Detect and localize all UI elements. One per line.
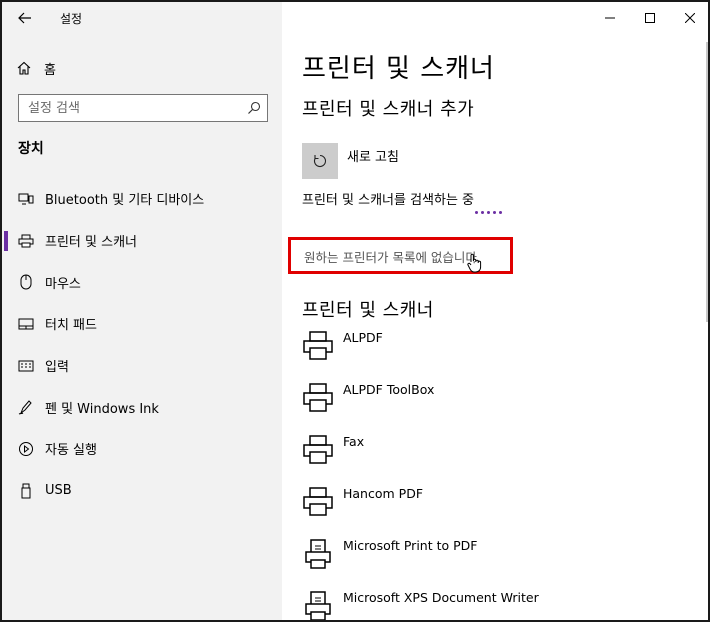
back-arrow-icon — [18, 12, 31, 24]
sidebar-item-label: 자동 실행 — [45, 443, 97, 459]
progress-dot — [499, 211, 502, 214]
printer-name: Hancom PDF — [343, 486, 424, 501]
usb-icon — [18, 483, 34, 499]
printer-name: Fax — [343, 434, 365, 449]
sidebar-item-label: 입력 — [45, 360, 69, 376]
printer-name: ALPDF ToolBox — [343, 382, 435, 397]
title-bar: 설정 — [2, 2, 282, 36]
printer-icon — [303, 487, 333, 516]
progress-dot — [481, 211, 484, 214]
refresh-icon — [314, 154, 326, 168]
home-nav-item[interactable]: 홈 — [16, 57, 56, 79]
selection-indicator — [4, 230, 8, 251]
printer-icon — [303, 383, 333, 412]
home-label: 홈 — [44, 62, 56, 78]
sidebar-item-label: 터치 패드 — [45, 318, 97, 334]
printer-name: Microsoft XPS Document Writer — [343, 590, 539, 605]
hand-cursor-icon — [467, 253, 482, 273]
printer-name: Microsoft Print to PDF — [343, 538, 478, 553]
touchpad-icon — [18, 316, 34, 332]
sidebar-item-label: 펜 및 Windows Ink — [45, 401, 159, 417]
back-button[interactable] — [14, 8, 36, 28]
sidebar: 설정 홈 장치 Bluetooth 및 기타 디바이스 프린터 — [2, 2, 282, 620]
sidebar-item-pen[interactable]: 펜 및 Windows Ink — [2, 386, 282, 428]
sidebar-item-mouse[interactable]: 마우스 — [2, 261, 282, 303]
search-input[interactable] — [19, 95, 239, 121]
refresh-label: 새로 고침 — [347, 150, 399, 165]
sidebar-item-label: Bluetooth 및 기타 디바이스 — [45, 193, 205, 209]
maximize-icon — [645, 13, 655, 23]
printer-name: ALPDF — [343, 330, 383, 345]
close-icon — [685, 13, 695, 23]
close-button[interactable] — [670, 2, 708, 34]
minimize-button[interactable] — [590, 2, 630, 34]
printer-not-listed-link[interactable]: 원하는 프린터가 목록에 없습니다. — [304, 247, 481, 266]
home-icon — [17, 61, 31, 75]
printer-item[interactable]: Fax — [302, 434, 692, 474]
sidebar-item-label: 프린터 및 스캐너 — [45, 235, 137, 251]
progress-dot — [487, 211, 490, 214]
minimize-icon — [605, 17, 615, 19]
printers-heading: 프린터 및 스캐너 — [302, 300, 434, 321]
autoplay-icon — [18, 441, 34, 457]
mouse-icon — [18, 274, 34, 290]
settings-search[interactable] — [18, 94, 268, 122]
printer-item[interactable]: Microsoft XPS Document Writer — [302, 590, 692, 620]
printer-item[interactable]: ALPDF — [302, 330, 692, 370]
sidebar-item-autoplay[interactable]: 자동 실행 — [2, 428, 282, 470]
maximize-button[interactable] — [630, 2, 670, 34]
sidebar-item-printers[interactable]: 프린터 및 스캐너 — [2, 220, 282, 262]
printer-icon — [303, 435, 333, 464]
scrollbar[interactable] — [706, 42, 708, 322]
sidebar-nav: Bluetooth 및 기타 디바이스 프린터 및 스캐너 마우스 터치 패드 … — [2, 178, 282, 512]
progress-dot — [475, 211, 478, 214]
progress-dot — [493, 211, 496, 214]
searching-status: 프린터 및 스캐너를 검색하는 중 — [302, 193, 475, 208]
main-content: 프린터 및 스캐너 프린터 및 스캐너 추가 새로 고침 프린터 및 스캐너를 … — [282, 2, 708, 620]
window-controls — [590, 2, 708, 36]
app-title: 설정 — [60, 12, 83, 26]
pdf-printer-icon — [305, 591, 331, 620]
progress-dots — [475, 211, 502, 214]
printer-item[interactable]: Microsoft Print to PDF — [302, 538, 692, 578]
sidebar-item-label: USB — [45, 483, 72, 499]
sidebar-item-usb[interactable]: USB — [2, 470, 282, 512]
keyboard-icon — [18, 358, 34, 374]
settings-window: 설정 홈 장치 Bluetooth 및 기타 디바이스 프린터 — [0, 0, 710, 622]
search-icon[interactable] — [247, 101, 261, 115]
pdf-printer-icon — [305, 539, 331, 569]
sidebar-item-touchpad[interactable]: 터치 패드 — [2, 303, 282, 345]
sidebar-item-typing[interactable]: 입력 — [2, 345, 282, 387]
printer-icon — [303, 331, 333, 360]
page-title: 프린터 및 스캐너 — [302, 54, 495, 84]
pen-icon — [18, 399, 34, 415]
sidebar-item-bluetooth[interactable]: Bluetooth 및 기타 디바이스 — [2, 178, 282, 220]
printer-icon — [18, 233, 34, 249]
bluetooth-devices-icon — [18, 191, 34, 207]
refresh-button[interactable] — [302, 143, 338, 179]
add-printer-heading: 프린터 및 스캐너 추가 — [302, 99, 475, 120]
printer-item[interactable]: ALPDF ToolBox — [302, 382, 692, 422]
sidebar-item-label: 마우스 — [45, 276, 81, 292]
printer-item[interactable]: Hancom PDF — [302, 486, 692, 526]
section-heading: 장치 — [18, 141, 44, 157]
